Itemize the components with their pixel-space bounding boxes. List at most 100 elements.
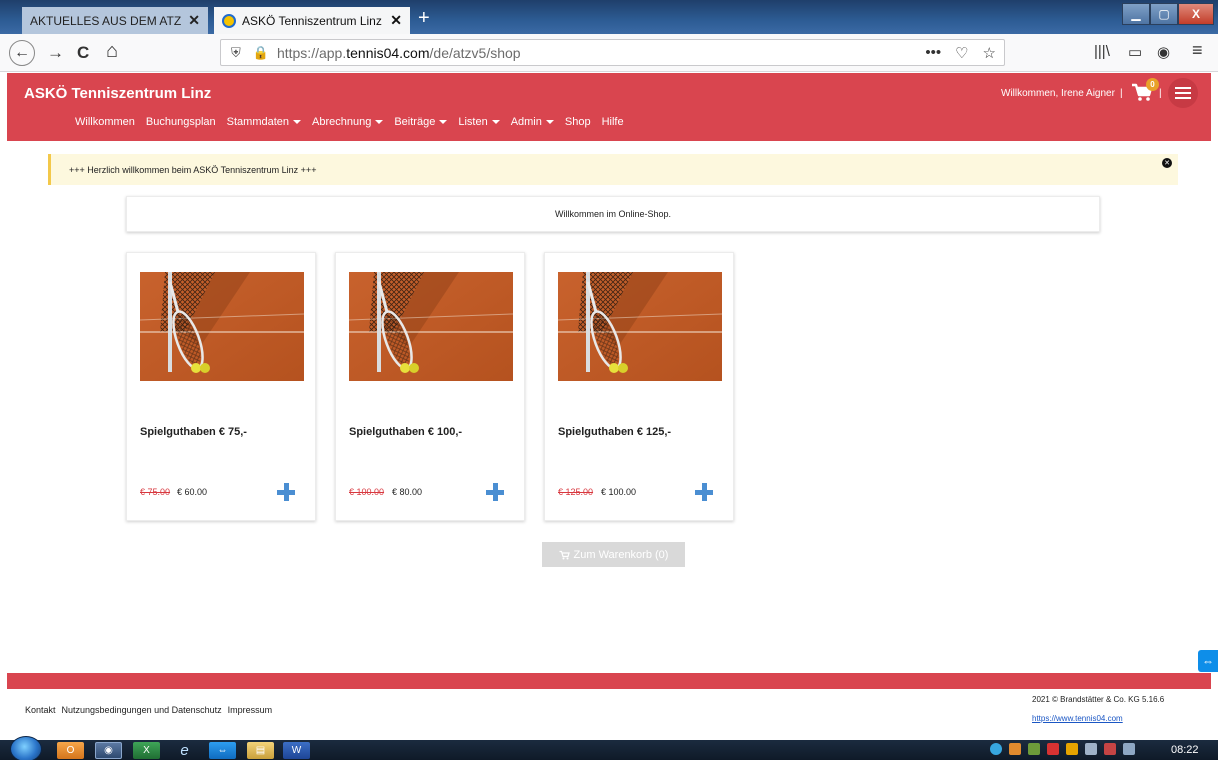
tray-app-icon[interactable] [1009, 743, 1021, 755]
lock-icon[interactable]: 🔒 [253, 45, 269, 61]
account-icon[interactable]: ◉ [1157, 43, 1170, 61]
footer-links: Kontakt Nutzungsbedingungen und Datensch… [25, 705, 278, 715]
tab-title: ASKÖ Tenniszentrum Linz - Che [242, 13, 384, 28]
firefox-icon[interactable]: ◉ [95, 742, 122, 759]
menu-item-willkommen[interactable]: Willkommen [75, 116, 135, 128]
app-header: ASKÖ Tenniszentrum Linz Willkommen Buchu… [7, 73, 1211, 141]
browser-menu-icon[interactable]: ≡ [1192, 40, 1203, 61]
cart-icon [559, 550, 570, 559]
footer-link-datenschutz[interactable]: Nutzungsbedingungen und Datenschutz [62, 705, 222, 715]
outlook-icon[interactable]: O [57, 742, 84, 759]
add-to-cart-plus-icon[interactable] [486, 483, 504, 501]
reload-icon[interactable]: C [77, 43, 89, 63]
menu-item-admin[interactable]: Admin [511, 116, 554, 128]
product-title: Spielguthaben € 125,- [558, 426, 672, 438]
internet-explorer-icon[interactable]: e [171, 742, 198, 759]
word-icon[interactable]: W [283, 742, 310, 759]
caret-down-icon [545, 120, 554, 125]
url-text: https://app.tennis04.com/de/atzv5/shop [277, 45, 521, 61]
new-tab-icon[interactable]: + [418, 8, 430, 28]
footer-bar [7, 673, 1211, 689]
tab-close-icon[interactable]: ✕ [390, 12, 402, 29]
menu-label: Shop [564, 116, 591, 128]
footer-link-kontakt[interactable]: Kontakt [25, 705, 56, 715]
tray-network-icon[interactable] [990, 743, 1002, 755]
brand-title[interactable]: ASKÖ Tenniszentrum Linz [24, 85, 211, 102]
menu-label: Willkommen [75, 116, 135, 128]
footer-website-link[interactable]: https://www.tennis04.com [1032, 714, 1123, 723]
menu-label: Stammdaten [226, 116, 290, 128]
tray-display-icon[interactable] [1123, 743, 1135, 755]
browser-navigation-bar: ← → C ⌂ ⛨ 🔒 https://app.tennis04.com/de/… [0, 34, 1218, 72]
sidebar-icon[interactable]: ▭ [1128, 43, 1142, 61]
system-tray [990, 743, 1135, 755]
welcome-user-text: Willkommen, Irene Aigner [1001, 88, 1115, 99]
shop-intro-text: Willkommen im Online-Shop. [554, 209, 672, 219]
menu-item-shop[interactable]: Shop [565, 116, 591, 128]
notice-close-icon[interactable]: ✕ [1162, 158, 1172, 168]
explorer-folder-icon[interactable]: ▤ [247, 742, 274, 759]
favicon-icon [222, 13, 236, 28]
teamviewer-icon[interactable]: ⇔ [1198, 650, 1218, 672]
address-bar[interactable]: ⛨ 🔒 https://app.tennis04.com/de/atzv5/sh… [220, 39, 1005, 66]
window-maximize-button[interactable]: ▢ [1150, 3, 1178, 25]
excel-icon[interactable]: X [133, 742, 160, 759]
go-to-cart-button[interactable]: Zum Warenkorb (0) [542, 542, 685, 567]
start-button-icon[interactable] [10, 736, 42, 760]
menu-label: Hilfe [601, 116, 624, 128]
cart-count-badge: 0 [1146, 78, 1159, 91]
pocket-icon[interactable]: ♡ [955, 44, 968, 62]
product-title: Spielguthaben € 100,- [349, 426, 463, 438]
forward-arrow-icon[interactable]: → [47, 43, 64, 63]
notice-text: +++ Herzlich willkommen beim ASKÖ Tennis… [69, 165, 317, 175]
window-close-button[interactable]: X [1178, 3, 1214, 25]
bookmark-star-icon[interactable]: ☆ [983, 44, 996, 62]
back-arrow-icon[interactable]: ← [9, 40, 35, 66]
menu-item-buchungsplan[interactable]: Buchungsplan [146, 116, 216, 128]
browser-tab-askoe[interactable]: ASKÖ Tenniszentrum Linz - Che ✕ [214, 7, 410, 34]
tray-security-icon[interactable] [1028, 743, 1040, 755]
add-to-cart-plus-icon[interactable] [277, 483, 295, 501]
go-to-cart-label: Zum Warenkorb (0) [573, 548, 669, 561]
add-to-cart-plus-icon[interactable] [695, 483, 713, 501]
library-icon[interactable]: |||\ [1094, 43, 1110, 60]
taskbar-clock[interactable]: 08:22 [1171, 744, 1199, 756]
tray-office-icon[interactable] [1066, 743, 1078, 755]
window-minimize-button[interactable]: ▁ [1122, 3, 1150, 25]
tennis-racket-image [140, 272, 304, 381]
footer-link-impressum[interactable]: Impressum [228, 705, 273, 715]
page-actions-icon[interactable]: ••• [925, 44, 941, 62]
product-title: Spielguthaben € 75,- [140, 426, 247, 438]
menu-label: Abrechnung [312, 116, 372, 128]
copyright-text: 2021 © Brandstätter & Co. KG 5.16.6 [1032, 695, 1165, 704]
header-separator: | [1120, 88, 1123, 99]
product-price: € 100.00 [601, 487, 637, 497]
tennis-racket-image [558, 272, 722, 381]
tracking-shield-icon[interactable]: ⛨ [231, 45, 241, 61]
url-path: /de/atzv5/shop [429, 44, 521, 61]
browser-tab-aktuelles[interactable]: AKTUELLES AUS DEM ATZ - atz ✕ [22, 7, 208, 34]
windows-taskbar: O ◉ X e ⇔ ▤ W 08:22 [0, 736, 1218, 760]
tray-flag-icon[interactable] [1104, 743, 1116, 755]
menu-item-abrechnung[interactable]: Abrechnung [312, 116, 384, 128]
url-prefix: https://app. [276, 44, 347, 61]
welcome-notice: +++ Herzlich willkommen beim ASKÖ Tennis… [48, 154, 1178, 185]
tab-close-icon[interactable]: ✕ [188, 12, 200, 29]
tray-pdf-icon[interactable] [1047, 743, 1059, 755]
home-icon[interactable]: ⌂ [106, 41, 118, 61]
shop-intro-panel: Willkommen im Online-Shop. [126, 196, 1100, 232]
menu-label: Buchungsplan [145, 116, 216, 128]
product-old-price: € 125.00 [558, 487, 594, 497]
tab-title: AKTUELLES AUS DEM ATZ - atz [30, 13, 182, 28]
hamburger-menu-icon[interactable] [1168, 78, 1198, 108]
tray-volume-icon[interactable] [1085, 743, 1097, 755]
menu-label: Beiträge [394, 116, 436, 128]
menu-item-stammdaten[interactable]: Stammdaten [226, 116, 302, 128]
address-bar-actions: ••• ♡ ☆ [925, 44, 996, 62]
caret-down-icon [439, 120, 448, 125]
menu-item-hilfe[interactable]: Hilfe [602, 116, 624, 128]
menu-label: Listen [458, 116, 488, 128]
menu-item-listen[interactable]: Listen [458, 116, 500, 128]
teamviewer-taskbar-icon[interactable]: ⇔ [209, 742, 236, 759]
menu-item-beitraege[interactable]: Beiträge [394, 116, 448, 128]
